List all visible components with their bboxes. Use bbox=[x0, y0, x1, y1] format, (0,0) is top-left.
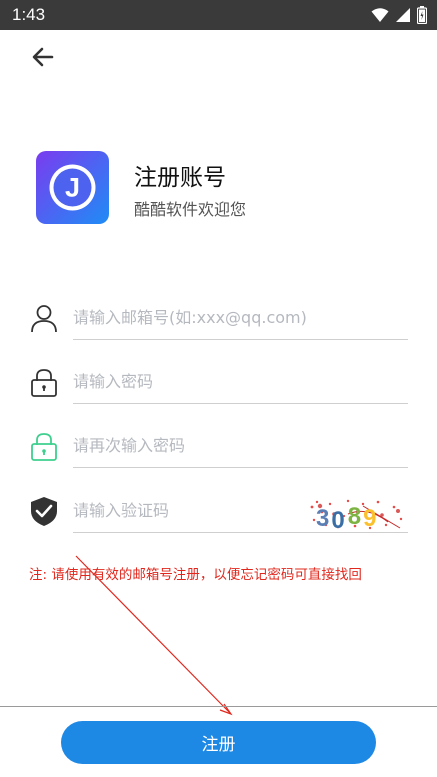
captcha-digit: 8 bbox=[348, 503, 361, 530]
bottom-divider bbox=[0, 706, 437, 707]
confirm-password-field-row bbox=[0, 424, 437, 468]
signal-icon bbox=[396, 8, 410, 22]
logo-letter: J bbox=[65, 173, 80, 203]
captcha-input[interactable] bbox=[73, 493, 298, 527]
password-field-row bbox=[0, 360, 437, 404]
registration-note: 注: 请使用有效的邮箱号注册，以便忘记密码可直接找回 bbox=[29, 567, 362, 583]
captcha-digit: 0 bbox=[331, 507, 344, 532]
lock-icon bbox=[31, 433, 57, 461]
confirm-password-input[interactable] bbox=[73, 428, 403, 462]
status-icons bbox=[371, 6, 427, 24]
password-input[interactable] bbox=[73, 364, 403, 398]
page-subtitle: 酷酷软件欢迎您 bbox=[134, 200, 247, 219]
arrow-left-icon[interactable] bbox=[30, 44, 56, 70]
lock-icon bbox=[31, 369, 57, 397]
battery-icon bbox=[417, 6, 427, 24]
confirm-password-underline bbox=[73, 467, 408, 468]
status-time: 1:43 bbox=[12, 5, 46, 24]
captcha-text: 30 89 bbox=[316, 503, 376, 532]
captcha-underline bbox=[73, 532, 408, 533]
email-input[interactable] bbox=[73, 300, 403, 334]
user-icon bbox=[31, 305, 57, 333]
page-title: 注册账号 bbox=[134, 165, 226, 191]
captcha-digit: 9 bbox=[363, 505, 376, 532]
email-field-row bbox=[0, 296, 437, 340]
password-underline bbox=[73, 403, 408, 404]
captcha-digit: 3 bbox=[316, 505, 329, 532]
shield-check-icon bbox=[31, 497, 57, 526]
email-underline bbox=[73, 339, 408, 340]
captcha-image[interactable]: 30 89 bbox=[308, 498, 406, 532]
status-bar: 1:43 bbox=[0, 0, 437, 30]
wifi-icon bbox=[371, 8, 389, 22]
register-button[interactable]: 注册 bbox=[61, 721, 376, 764]
app-logo: J bbox=[36, 151, 109, 224]
